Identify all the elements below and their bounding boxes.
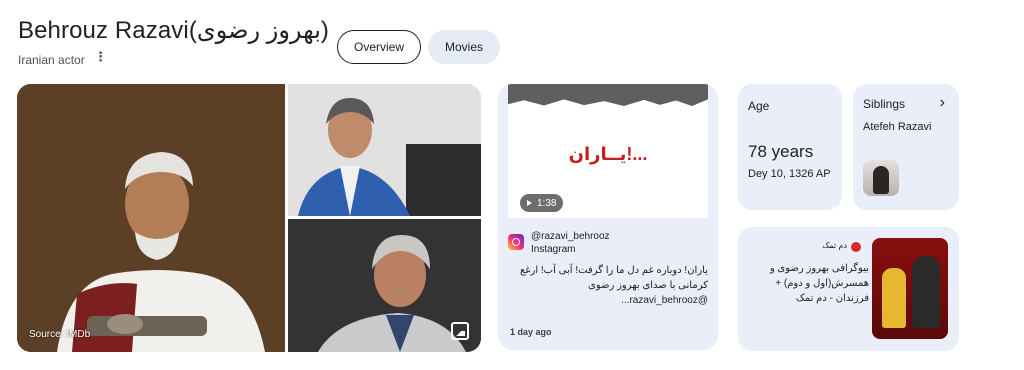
- age-value: 78 years: [748, 142, 814, 161]
- photo-grid: Source: IMDb: [17, 84, 481, 352]
- siblings-label: Siblings: [863, 97, 906, 111]
- photo-bottom-right[interactable]: [288, 219, 481, 352]
- video-card[interactable]: یــاران!... 1:38 @razavi_behrooz Instagr…: [498, 84, 718, 350]
- video-thumbnail[interactable]: یــاران!... 1:38: [508, 84, 708, 218]
- news-card[interactable]: دم تمک بیوگرافی بهروز رضوی و همسرش(اول و…: [738, 227, 959, 351]
- photo-main[interactable]: Source: IMDb: [17, 84, 285, 352]
- post-platform: Instagram: [531, 244, 576, 255]
- news-source-logo-icon: [851, 242, 861, 252]
- age-label: Age: [748, 99, 770, 113]
- post-caption: یاران! دوباره غم دل ما را گرفت! آبی آب! …: [519, 265, 708, 306]
- tab-movies[interactable]: Movies: [428, 30, 500, 64]
- siblings-card[interactable]: Siblings › Atefeh Razavi: [853, 84, 959, 210]
- news-source: دم تمک: [822, 241, 847, 250]
- photo-top-right[interactable]: [288, 84, 481, 216]
- tab-overview[interactable]: Overview: [337, 30, 421, 64]
- birth-date: Dey 10, 1326 AP: [748, 168, 831, 180]
- entity-subtitle: Iranian actor: [18, 53, 85, 67]
- video-thumbnail-text: یــاران!...: [568, 144, 648, 164]
- portrait-illustration: [288, 84, 481, 216]
- instagram-icon: [508, 234, 524, 250]
- video-duration-badge: 1:38: [520, 194, 564, 212]
- portrait-illustration: [17, 84, 285, 352]
- post-date: 1 day ago: [510, 327, 552, 337]
- entity-title: Behrouz Razavi(بهروز رضوی): [18, 17, 329, 44]
- post-handle[interactable]: @razavi_behrooz: [531, 231, 610, 242]
- news-figure: [882, 268, 906, 328]
- news-thumbnail[interactable]: [872, 238, 948, 339]
- age-card[interactable]: Age 78 years Dey 10, 1326 AP: [738, 84, 842, 210]
- news-headline[interactable]: بیوگرافی بهروز رضوی و همسرش(اول و دوم) +…: [749, 261, 869, 306]
- video-torn-edge: [508, 84, 708, 106]
- chevron-right-icon[interactable]: ›: [940, 94, 945, 112]
- image-icon[interactable]: [451, 322, 469, 340]
- more-options-icon[interactable]: ⋮: [94, 50, 107, 63]
- news-figure: [912, 256, 940, 328]
- image-source-label: Source: IMDb: [29, 329, 91, 340]
- video-duration: 1:38: [537, 197, 557, 209]
- play-icon: [527, 200, 532, 206]
- sibling-avatar[interactable]: [863, 160, 899, 196]
- sibling-name[interactable]: Atefeh Razavi: [863, 121, 931, 133]
